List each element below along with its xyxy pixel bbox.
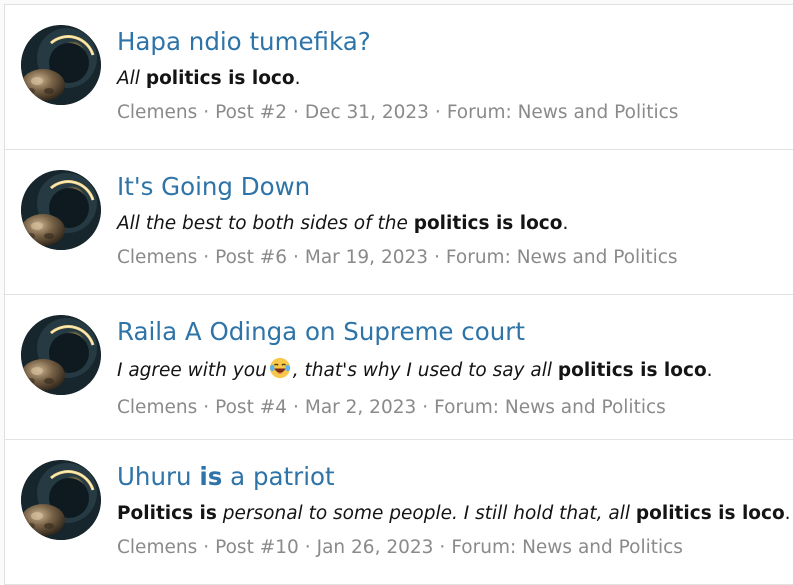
result-content: Raila A Odinga on Supreme court I agree … [117, 317, 793, 420]
meta-separator: · [439, 537, 446, 558]
snippet-text: I agree with you [117, 360, 267, 381]
snippet-text: All [117, 68, 140, 89]
search-result-item: Raila A Odinga on Supreme court I agree … [5, 295, 793, 440]
snippet-text: , that's why I used to say all [292, 360, 552, 381]
meta-separator: · [203, 537, 210, 558]
eclipse-avatar-image [21, 170, 101, 250]
meta-separator: · [292, 247, 299, 268]
snippet-text: . [294, 68, 301, 89]
result-snippet: I agree with you , that's why I used to s… [117, 357, 793, 386]
search-result-item: Uhuru is a patriot Politics is personal … [5, 440, 793, 585]
eclipse-avatar-image [21, 460, 101, 540]
meta-separator: · [292, 102, 299, 123]
snippet-text: All the best to both sides of the [117, 213, 408, 234]
post-number-link[interactable]: Post #6 [215, 247, 287, 268]
post-number-link[interactable]: Post #10 [215, 537, 299, 558]
post-date-link[interactable]: Mar 2, 2023 [305, 397, 416, 418]
meta-separator: · [203, 397, 210, 418]
snippet-highlight: politics is loco [413, 213, 563, 234]
snippet-text: personal to some people. I still hold th… [216, 503, 636, 524]
meta-separator: · [292, 397, 299, 418]
forum-link[interactable]: Forum: News and Politics [447, 102, 679, 123]
snippet-highlight: politics is loco [635, 503, 785, 524]
eclipse-avatar-image [21, 315, 101, 395]
result-title-link[interactable]: Hapa ndio tumefika? [117, 27, 793, 57]
author-link[interactable]: Clemens [117, 537, 197, 558]
search-result-item: Hapa ndio tumefika? All politics is loco… [5, 5, 793, 150]
avatar[interactable] [21, 170, 101, 250]
result-meta: Clemens · Post #2 · Dec 31, 2023 · Forum: News… [117, 101, 793, 125]
post-date-link[interactable]: Dec 31, 2023 [305, 102, 429, 123]
title-text: a patriot [222, 462, 335, 491]
result-snippet: Politics is personal to some people. I s… [117, 502, 793, 526]
result-meta: Clemens · Post #10 · Jan 26, 2023 · Forum: New… [117, 536, 793, 560]
snippet-text: . [784, 503, 791, 524]
avatar[interactable] [21, 25, 101, 105]
result-title-link[interactable]: Uhuru is a patriot [117, 462, 793, 492]
meta-separator: · [434, 247, 440, 268]
author-link[interactable]: Clemens [117, 102, 197, 123]
post-number-link[interactable]: Post #2 [215, 102, 287, 123]
result-snippet: All politics is loco. [117, 67, 793, 91]
result-content: It's Going Down All the best to both sid… [117, 172, 793, 270]
result-title-link[interactable]: It's Going Down [117, 172, 793, 202]
snippet-highlight: politics is loco [557, 360, 707, 381]
title-text: Uhuru [117, 462, 200, 491]
result-meta: Clemens · Post #4 · Mar 2, 2023 · Forum: News … [117, 396, 793, 420]
snippet-highlight: politics is loco [145, 68, 295, 89]
eclipse-avatar-image [21, 25, 101, 105]
post-date-link[interactable]: Mar 19, 2023 [305, 247, 428, 268]
result-content: Uhuru is a patriot Politics is personal … [117, 462, 793, 560]
result-content: Hapa ndio tumefika? All politics is loco… [117, 27, 793, 125]
meta-separator: · [203, 102, 210, 123]
meta-separator: · [304, 537, 311, 558]
post-number-link[interactable]: Post #4 [215, 397, 287, 418]
snippet-text: . [562, 213, 569, 234]
search-results-list: Hapa ndio tumefika? All politics is loco… [4, 4, 793, 585]
snippet-highlight: Politics is [117, 503, 217, 524]
title-highlight: is [199, 462, 223, 491]
forum-link[interactable]: Forum: News and Politics [451, 537, 683, 558]
result-meta: Clemens · Post #6 · Mar 19, 2023 · Forum: News… [117, 246, 793, 270]
meta-separator: · [203, 247, 210, 268]
snippet-text: . [706, 360, 713, 381]
result-title-link[interactable]: Raila A Odinga on Supreme court [117, 317, 793, 347]
result-snippet: All the best to both sides of the politi… [117, 212, 793, 236]
post-date-link[interactable]: Jan 26, 2023 [317, 537, 434, 558]
avatar[interactable] [21, 460, 101, 540]
author-link[interactable]: Clemens [117, 247, 197, 268]
laughing-emoji-icon [269, 357, 291, 386]
forum-link[interactable]: Forum: News and Politics [446, 247, 678, 268]
forum-link[interactable]: Forum: News and Politics [434, 397, 666, 418]
meta-separator: · [422, 397, 429, 418]
avatar[interactable] [21, 315, 101, 395]
author-link[interactable]: Clemens [117, 397, 197, 418]
meta-separator: · [434, 102, 441, 123]
search-result-item: It's Going Down All the best to both sid… [5, 150, 793, 295]
